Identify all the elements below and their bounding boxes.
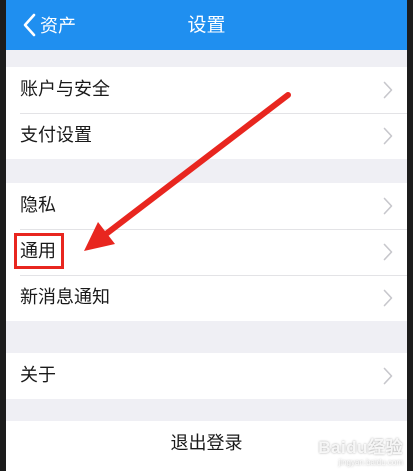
settings-item-label: 新消息通知: [20, 287, 110, 308]
annotation-highlight-box: [14, 233, 64, 269]
settings-screen: 资产 设置 账户与安全 支付设置 隐私 通用 新消息通知 关于 退出登录: [6, 0, 407, 471]
settings-item-label: 支付设置: [20, 125, 92, 146]
settings-item-label: 隐私: [20, 195, 56, 216]
chevron-right-icon: [383, 197, 393, 215]
settings-item-account-security[interactable]: 账户与安全: [6, 67, 407, 113]
settings-group-about: 关于: [6, 353, 407, 399]
settings-group-general: 隐私 通用 新消息通知: [6, 183, 407, 321]
page-title: 设置: [187, 14, 226, 36]
chevron-right-icon: [383, 127, 393, 145]
settings-item-notifications[interactable]: 新消息通知: [6, 275, 407, 321]
navigation-bar: 资产 设置: [6, 0, 407, 50]
chevron-right-icon: [383, 289, 393, 307]
settings-item-about[interactable]: 关于: [6, 353, 407, 399]
device-bezel-right: [407, 0, 413, 471]
logout-button[interactable]: 退出登录: [6, 421, 407, 471]
settings-item-privacy[interactable]: 隐私: [6, 183, 407, 229]
chevron-right-icon: [383, 81, 393, 99]
phone-screenshot: 资产 设置 账户与安全 支付设置 隐私 通用 新消息通知 关于 退出登录 Bai…: [0, 0, 413, 471]
settings-item-label: 账户与安全: [20, 79, 110, 100]
settings-item-payment[interactable]: 支付设置: [6, 113, 407, 159]
chevron-right-icon: [383, 243, 393, 261]
settings-item-general[interactable]: 通用: [6, 229, 407, 275]
settings-item-label: 关于: [20, 365, 56, 386]
settings-group-account: 账户与安全 支付设置: [6, 67, 407, 159]
chevron-right-icon: [383, 367, 393, 385]
